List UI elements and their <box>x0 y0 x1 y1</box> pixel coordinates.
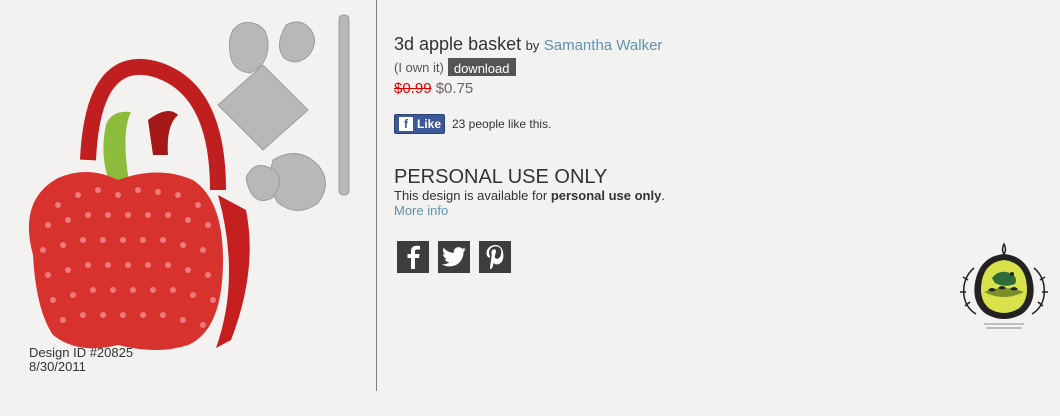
author-link[interactable]: Samantha Walker <box>544 37 663 54</box>
design-id: Design ID #20825 <box>29 345 134 360</box>
own-status: (I own it) <box>394 59 444 75</box>
pinterest-share-button[interactable] <box>479 241 511 273</box>
by-label: by <box>525 38 540 53</box>
new-price: $0.75 <box>435 80 474 97</box>
license-desc-bold: personal use only <box>550 188 662 203</box>
license-desc-suffix: . <box>661 188 665 203</box>
twitter-icon <box>442 247 466 267</box>
like-count: 23 people like this. <box>452 117 552 131</box>
social-share <box>397 241 511 273</box>
download-button[interactable]: download <box>447 58 516 76</box>
design-date: 8/30/2011 <box>29 359 86 374</box>
more-info-link[interactable]: More info <box>394 203 448 218</box>
product-image-panel: Design ID #20825 8/30/2011 <box>0 0 376 391</box>
like-line: f Like 23 people like this. <box>394 114 551 134</box>
product-details: 3d apple basket by Samantha Walker (I ow… <box>394 0 1060 416</box>
price-line: $0.99 $0.75 <box>394 80 473 97</box>
pinterest-icon <box>486 245 504 269</box>
facebook-icon: f <box>399 117 413 131</box>
product-title: 3d apple basket <box>394 34 522 54</box>
license-heading: PERSONAL USE ONLY <box>394 166 608 188</box>
facebook-icon <box>407 245 420 269</box>
like-label: Like <box>417 117 442 131</box>
vertical-divider <box>376 0 377 391</box>
samantha-walker-logo <box>960 242 1048 329</box>
apple-basket-image <box>28 14 350 350</box>
twitter-share-button[interactable] <box>438 241 470 273</box>
license-desc-prefix: This design is available for <box>394 188 551 203</box>
facebook-share-button[interactable] <box>397 241 429 273</box>
title-line: 3d apple basket by Samantha Walker <box>394 34 662 55</box>
facebook-like-button[interactable]: f Like <box>394 114 445 134</box>
design-meta: Design ID #20825 8/30/2011 <box>29 346 133 374</box>
license-description: This design is available for personal us… <box>394 188 665 203</box>
old-price: $0.99 <box>394 80 432 97</box>
ownership-line: (I own it) download <box>394 56 516 78</box>
template-pieces <box>217 14 350 211</box>
